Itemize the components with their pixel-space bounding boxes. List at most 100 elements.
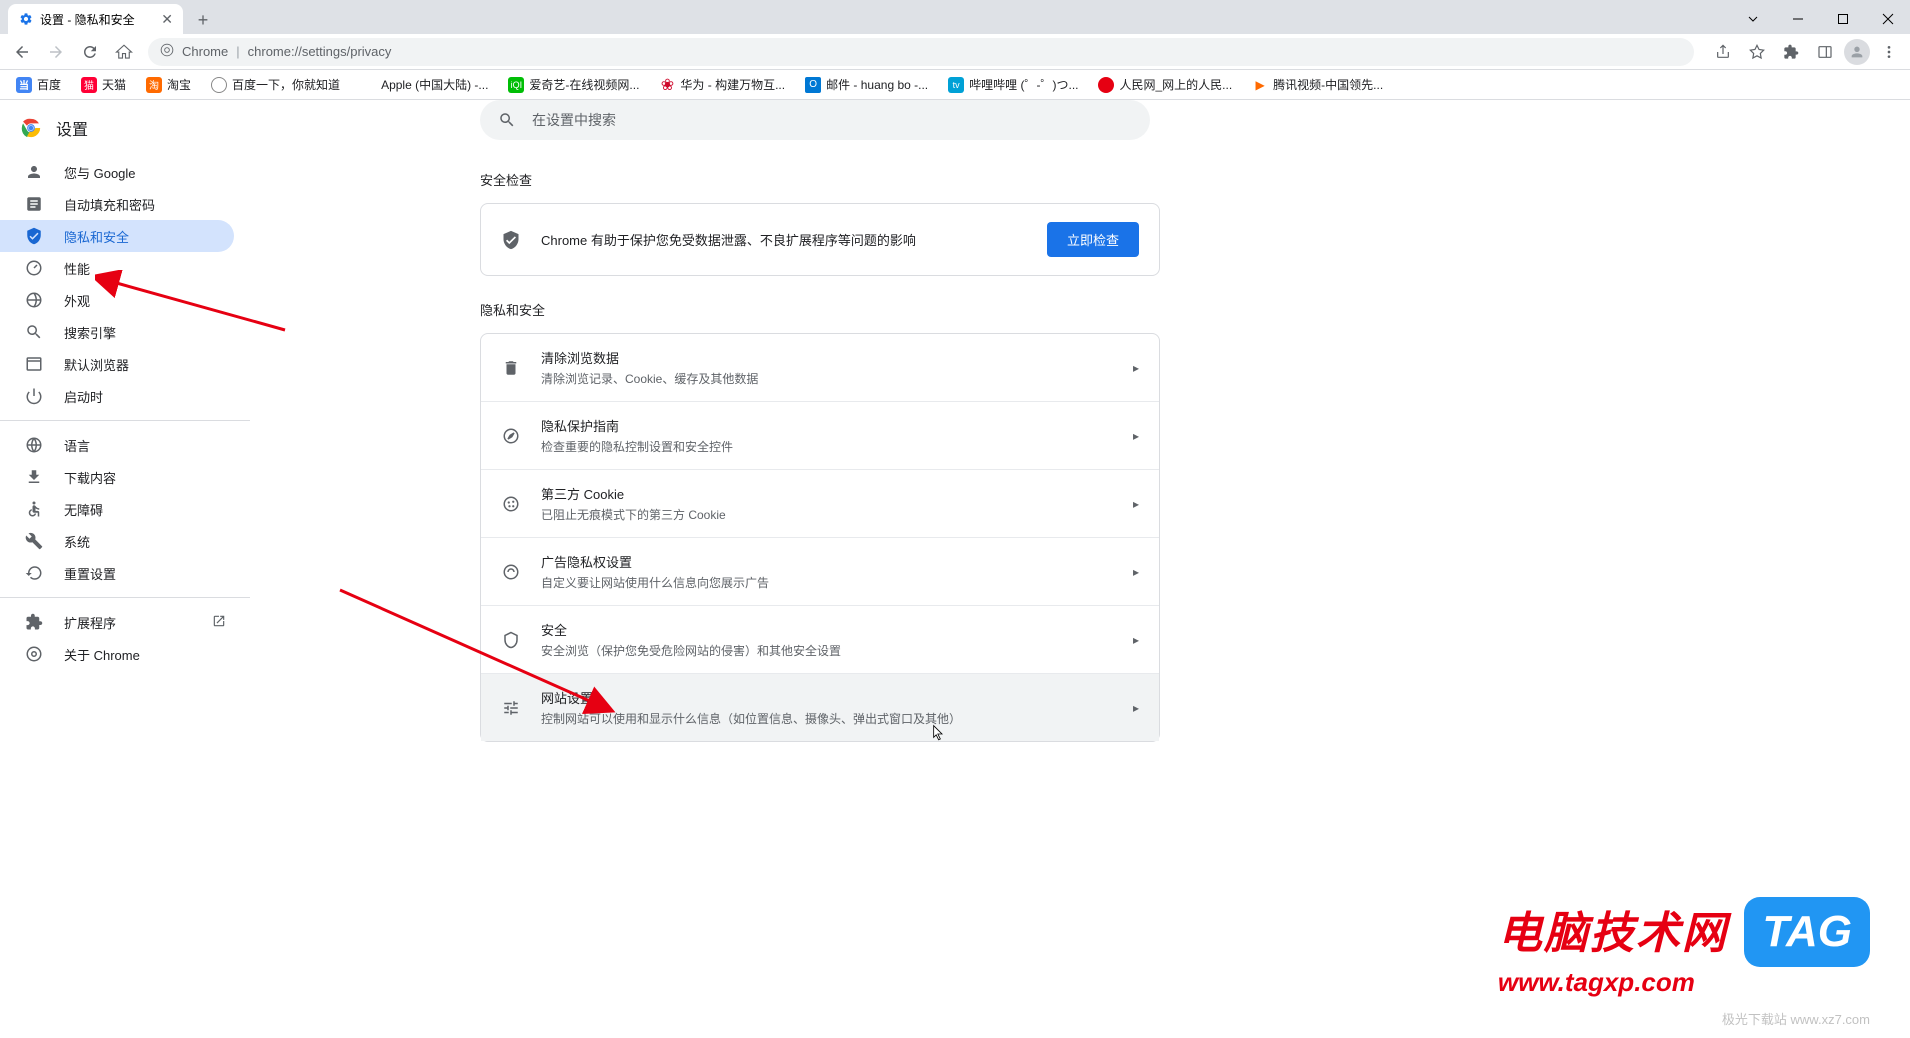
toolbar: Chrome | chrome://settings/privacy	[0, 34, 1910, 70]
share-icon[interactable]	[1708, 37, 1738, 67]
sidebar: 您与 Google 自动填充和密码 隐私和安全 性能 外观 搜索引擎 默认浏览器…	[0, 100, 250, 1038]
bookmark-item[interactable]: Apple (中国大陆) -...	[352, 72, 496, 97]
chrome-icon	[160, 43, 174, 60]
sidebar-item-default-browser[interactable]: 默认浏览器	[0, 348, 234, 380]
person-icon	[24, 162, 44, 182]
url-text: chrome://settings/privacy	[248, 44, 392, 59]
sidebar-item-on-startup[interactable]: 启动时	[0, 380, 234, 412]
bookmark-star-icon[interactable]	[1742, 37, 1772, 67]
maximize-button[interactable]	[1820, 4, 1865, 34]
cursor-icon	[928, 724, 946, 744]
trash-icon	[501, 358, 521, 378]
close-tab-icon[interactable]: ✕	[161, 11, 173, 28]
row-privacy-guide[interactable]: 隐私保护指南检查重要的隐私控制设置和安全控件 ▸	[481, 401, 1159, 469]
cookie-icon	[501, 494, 521, 514]
bookmark-item[interactable]: ▶腾讯视频-中国领先...	[1244, 72, 1391, 97]
restore-icon	[24, 563, 44, 583]
extensions-icon[interactable]	[1776, 37, 1806, 67]
home-button[interactable]	[108, 36, 140, 68]
window-dropdown-icon[interactable]	[1730, 4, 1775, 34]
bilibili-icon: tv	[948, 77, 964, 93]
apple-icon	[360, 77, 376, 93]
side-panel-icon[interactable]	[1810, 37, 1840, 67]
tune-icon	[501, 698, 521, 718]
watermark-main: 电脑技术网 TAG www.tagxp.com	[1498, 897, 1870, 998]
bookmark-item[interactable]: 人民网_网上的人民...	[1090, 72, 1240, 97]
shield-outline-icon	[501, 630, 521, 650]
chevron-right-icon: ▸	[1133, 497, 1139, 511]
row-ad-privacy[interactable]: 广告隐私权设置自定义要让网站使用什么信息向您展示广告 ▸	[481, 537, 1159, 605]
chevron-right-icon: ▸	[1133, 429, 1139, 443]
bookmark-item[interactable]: ❀华为 - 构建万物互...	[651, 72, 793, 97]
shield-icon	[501, 230, 521, 250]
chrome-logo-icon	[20, 117, 42, 139]
site-icon: 猫	[81, 77, 97, 93]
privacy-card: 清除浏览数据清除浏览记录、Cookie、缓存及其他数据 ▸ 隐私保护指南检查重要…	[480, 333, 1160, 742]
tab-title: 设置 - 隐私和安全	[40, 11, 135, 28]
autofill-icon	[24, 194, 44, 214]
browser-tab[interactable]: 设置 - 隐私和安全 ✕	[8, 4, 183, 34]
forward-button[interactable]	[40, 36, 72, 68]
sidebar-item-performance[interactable]: 性能	[0, 252, 234, 284]
close-window-button[interactable]	[1865, 4, 1910, 34]
search-icon	[24, 322, 44, 342]
reload-button[interactable]	[74, 36, 106, 68]
watermark-small: 极光下载站 www.xz7.com	[1722, 1009, 1870, 1028]
safety-check-card: Chrome 有助于保护您免受数据泄露、不良扩展程序等问题的影响 立即检查	[480, 203, 1160, 276]
chevron-right-icon: ▸	[1133, 361, 1139, 375]
sidebar-item-accessibility[interactable]: 无障碍	[0, 493, 234, 525]
profile-avatar[interactable]	[1844, 39, 1870, 65]
sidebar-item-extensions[interactable]: 扩展程序	[0, 606, 234, 638]
new-tab-button[interactable]: +	[189, 6, 217, 34]
globe-icon	[211, 77, 227, 93]
bookmark-item[interactable]: 当百度	[8, 72, 69, 97]
wrench-icon	[24, 531, 44, 551]
safety-check-button[interactable]: 立即检查	[1047, 222, 1139, 257]
compass-icon	[501, 426, 521, 446]
back-button[interactable]	[6, 36, 38, 68]
minimize-button[interactable]	[1775, 4, 1820, 34]
sidebar-item-downloads[interactable]: 下载内容	[0, 461, 234, 493]
ad-icon	[501, 562, 521, 582]
sidebar-item-privacy[interactable]: 隐私和安全	[0, 220, 234, 252]
globe-icon	[24, 435, 44, 455]
row-clear-browsing-data[interactable]: 清除浏览数据清除浏览记录、Cookie、缓存及其他数据 ▸	[481, 334, 1159, 401]
outlook-icon: O	[805, 77, 821, 93]
sidebar-item-autofill[interactable]: 自动填充和密码	[0, 188, 234, 220]
row-site-settings[interactable]: 网站设置控制网站可以使用和显示什么信息（如位置信息、摄像头、弹出式窗口及其他） …	[481, 673, 1159, 741]
open-new-icon	[212, 614, 226, 631]
sidebar-item-system[interactable]: 系统	[0, 525, 234, 557]
bookmark-item[interactable]: 淘淘宝	[138, 72, 199, 97]
chevron-right-icon: ▸	[1133, 701, 1139, 715]
speedometer-icon	[24, 258, 44, 278]
row-third-party-cookies[interactable]: 第三方 Cookie已阻止无痕模式下的第三方 Cookie ▸	[481, 469, 1159, 537]
row-security[interactable]: 安全安全浏览（保护您免受危险网站的侵害）和其他安全设置 ▸	[481, 605, 1159, 673]
chrome-icon	[24, 644, 44, 664]
section-privacy-title: 隐私和安全	[480, 300, 1160, 319]
site-icon: 淘	[146, 77, 162, 93]
sidebar-item-languages[interactable]: 语言	[0, 429, 234, 461]
site-icon: iQI	[508, 77, 524, 93]
sidebar-item-about[interactable]: 关于 Chrome	[0, 638, 234, 670]
bookmark-item[interactable]: 猫天猫	[73, 72, 134, 97]
url-divider: |	[236, 44, 239, 59]
palette-icon	[24, 290, 44, 310]
bookmark-item[interactable]: iQI爱奇艺-在线视频网...	[500, 72, 647, 97]
address-bar[interactable]: Chrome | chrome://settings/privacy	[148, 38, 1694, 66]
bookmark-item[interactable]: O邮件 - huang bo -...	[797, 72, 936, 97]
menu-icon[interactable]	[1874, 37, 1904, 67]
sidebar-item-search-engine[interactable]: 搜索引擎	[0, 316, 234, 348]
window-controls	[1730, 4, 1910, 34]
safety-check-text: Chrome 有助于保护您免受数据泄露、不良扩展程序等问题的影响	[541, 230, 1027, 249]
browser-icon	[24, 354, 44, 374]
sidebar-item-appearance[interactable]: 外观	[0, 284, 234, 316]
bookmarks-bar: 当百度 猫天猫 淘淘宝 百度一下，你就知道 Apple (中国大陆) -... …	[0, 70, 1910, 100]
bookmark-item[interactable]: 百度一下，你就知道	[203, 72, 348, 97]
bookmark-item[interactable]: tv哔哩哔哩 (゜-゜)つ...	[940, 72, 1086, 97]
settings-title: 设置	[56, 116, 88, 140]
accessibility-icon	[24, 499, 44, 519]
shield-icon	[24, 226, 44, 246]
sidebar-item-you-and-google[interactable]: 您与 Google	[0, 156, 234, 188]
site-icon: ❀	[659, 77, 675, 93]
sidebar-item-reset[interactable]: 重置设置	[0, 557, 234, 589]
